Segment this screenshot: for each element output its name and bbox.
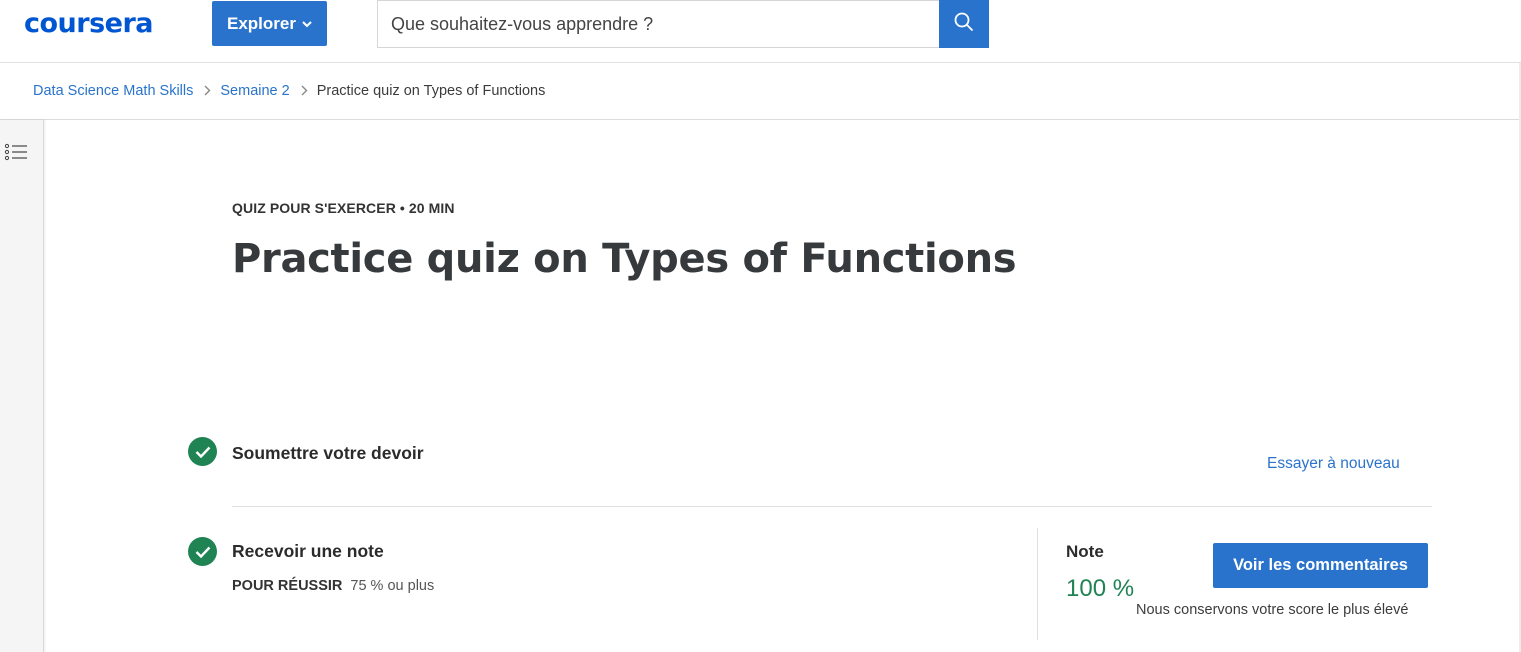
search-input[interactable] [391,13,940,35]
chevron-right-icon [204,84,211,99]
course-outline-rail [0,120,44,652]
coursera-logo[interactable]: coursera [24,8,154,39]
outline-toggle-button[interactable] [4,142,30,166]
breadcrumb: Data Science Math Skills Semaine 2 Pract… [0,63,1521,120]
check-circle-icon [188,437,217,466]
highest-score-note: Nous conservons votre score le plus élev… [1136,602,1409,618]
list-icon [4,143,28,170]
search-icon [954,12,974,37]
chevron-right-icon [301,84,308,99]
grade-step-title: Recevoir une note [232,541,384,561]
grade-value: 100 % [1066,575,1135,602]
top-header: coursera Explorer [0,0,1521,63]
pass-requirement: POUR RÉUSSIR 75 % ou plus [232,578,434,594]
section-divider [232,506,1432,507]
view-feedback-button[interactable]: Voir les commentaires [1213,543,1428,588]
chevron-down-icon [302,19,312,31]
breadcrumb-current: Practice quiz on Types of Functions [316,83,546,99]
search-field[interactable] [377,0,940,48]
breadcrumb-course-link[interactable]: Data Science Math Skills [33,83,193,99]
retry-link[interactable]: Essayer à nouveau [1267,455,1400,473]
pass-label: POUR RÉUSSIR [232,578,343,594]
pass-value: 75 % ou plus [350,578,435,594]
grade-divider [1037,528,1038,640]
quiz-meta: QUIZ POUR S'EXERCER • 20 MIN [232,200,455,216]
explore-button[interactable]: Explorer [212,1,327,46]
grade-label: Note [1066,542,1104,561]
explore-button-label: Explorer [227,13,296,33]
breadcrumb-week-link[interactable]: Semaine 2 [220,83,289,99]
page-title: Practice quiz on Types of Functions [232,236,1017,282]
check-circle-icon [188,537,217,566]
submit-step-title: Soumettre votre devoir [232,443,424,463]
search-button[interactable] [939,0,989,48]
